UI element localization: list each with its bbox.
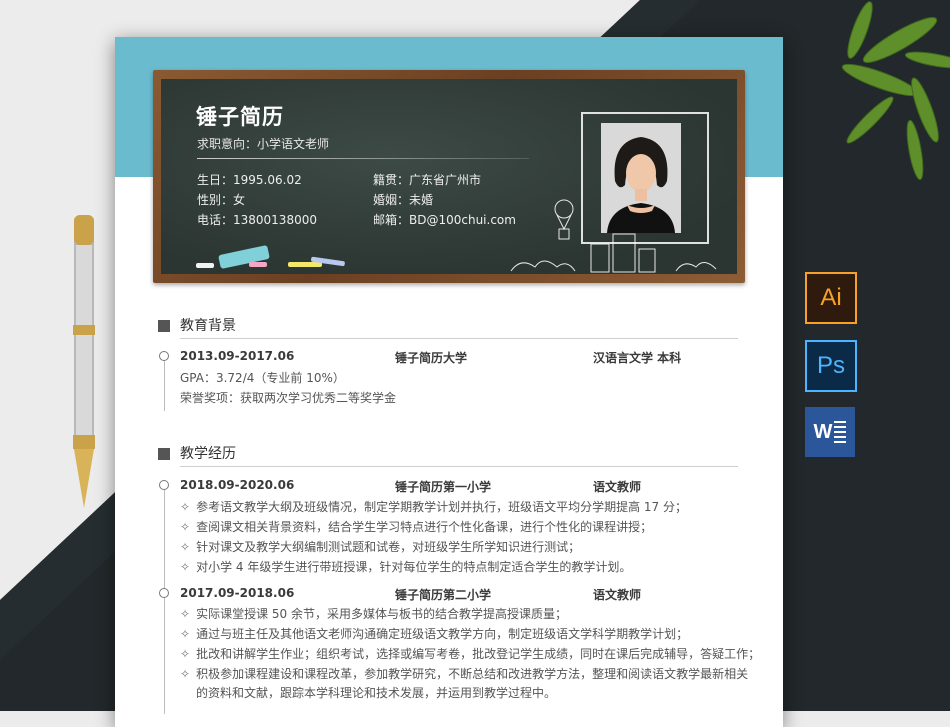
pen-decoration [73, 215, 95, 508]
photoshop-icon: Ps [805, 340, 857, 392]
job-duty-continued: 的资料和文献，跟踪本学科理论和技术发展，并运用到教学过程中。 [196, 686, 557, 700]
bullet-icon: ✧ [180, 560, 191, 574]
hometown: 籍贯：广东省广州市 [373, 173, 482, 187]
bullet-icon: ✧ [180, 500, 191, 514]
chalkboard: 锤子简历 求职意向：小学语文老师 生日：1995.06.02 性别：女 电话：1… [161, 79, 737, 274]
education-school: 锤子简历大学 [395, 351, 468, 365]
word-lines-icon [834, 421, 847, 443]
photoshop-label: Ps [816, 352, 845, 379]
timeline-dot [159, 480, 169, 490]
job-duty: ✧ 针对课文及教学大纲编制测试题和试卷，对班级学生所学知识进行测试； [180, 540, 581, 554]
timeline-dot [159, 351, 169, 361]
job-period: 2017.09-2018.06 [180, 586, 295, 600]
bullet-icon: ✧ [180, 520, 191, 534]
illustrator-icon: Ai [805, 272, 857, 324]
resume-page: 锤子简历 求职意向：小学语文老师 生日：1995.06.02 性别：女 电话：1… [115, 37, 783, 727]
job-role: 语文教师 [593, 480, 642, 494]
marriage: 婚姻：未婚 [373, 193, 434, 207]
job-duty: ✧ 查阅课文相关背景资料，结合学生学习特点进行个性化备课，进行个性化的课程讲授； [180, 520, 653, 534]
bullet-icon: ✧ [180, 667, 191, 681]
job-duty: ✧ 批改和讲解学生作业；组织考试，选择或编写考卷，批改登记学生成绩，同时在课后完成… [180, 647, 761, 661]
bullet-icon: ✧ [180, 540, 191, 554]
job-org: 锤子简历第一小学 [395, 480, 492, 494]
education-timeline [164, 356, 165, 411]
illustrator-label: Ai [820, 284, 842, 311]
job-duty: ✧ 实际课堂授课 50 余节，采用多媒体与板书的结合教学提高授课质量； [180, 607, 567, 621]
teaching-title: 教学经历 [180, 446, 236, 462]
education-header: 教育背景 [158, 315, 738, 339]
education-period: 2013.09-2017.06 [180, 349, 295, 363]
word-icon: W [805, 407, 855, 457]
job-org: 锤子简历第二小学 [395, 588, 492, 602]
section-marker [158, 320, 170, 332]
section-marker [158, 448, 170, 460]
education-major: 汉语言文学 本科 [593, 351, 682, 365]
education-gpa: GPA：3.72/4（专业前 10%） [180, 371, 345, 385]
profile-photo [601, 123, 681, 233]
education-honors: 荣誉奖项：获取两次学习优秀二等奖学金 [180, 391, 397, 405]
gender: 性别：女 [197, 193, 246, 207]
section-divider [180, 466, 738, 467]
bullet-icon: ✧ [180, 647, 191, 661]
bullet-icon: ✧ [180, 607, 191, 621]
job-duty: ✧ 参考语文教学大纲及班级情况，制定学期教学计划并执行，班级语文平均分学期提高 1… [180, 500, 687, 514]
job-objective: 求职意向：小学语文老师 [197, 137, 330, 151]
education-title: 教育背景 [180, 318, 236, 334]
resume-name: 锤子简历 [196, 105, 284, 129]
job-duty: ✧ 积极参加课程建设和课程改革，参加教学研究，不断总结和改进教学方法，整理和阅读语… [180, 667, 749, 681]
photo-frame [581, 112, 709, 244]
job-role: 语文教师 [593, 588, 642, 602]
word-label: W [813, 420, 833, 443]
phone: 电话：13800138000 [197, 213, 317, 227]
teaching-timeline [164, 484, 165, 714]
bullet-icon: ✧ [180, 627, 191, 641]
section-divider [180, 338, 738, 339]
teaching-header: 教学经历 [158, 443, 738, 467]
job-duty: ✧ 对小学 4 年级学生进行带班授课，针对每位学生的特点制定适合学生的教学计划。 [180, 560, 632, 574]
chalk-divider [197, 158, 529, 159]
birthday: 生日：1995.06.02 [197, 173, 302, 187]
chalkboard-frame: 锤子简历 求职意向：小学语文老师 生日：1995.06.02 性别：女 电话：1… [153, 70, 745, 283]
email: 邮箱：BD@100chui.com [373, 213, 516, 227]
timeline-dot [159, 588, 169, 598]
job-period: 2018.09-2020.06 [180, 478, 295, 492]
job-duty: ✧ 通过与班主任及其他语文老师沟通确定班级语文教学方向，制定班级语文学科学期教学计… [180, 627, 689, 641]
